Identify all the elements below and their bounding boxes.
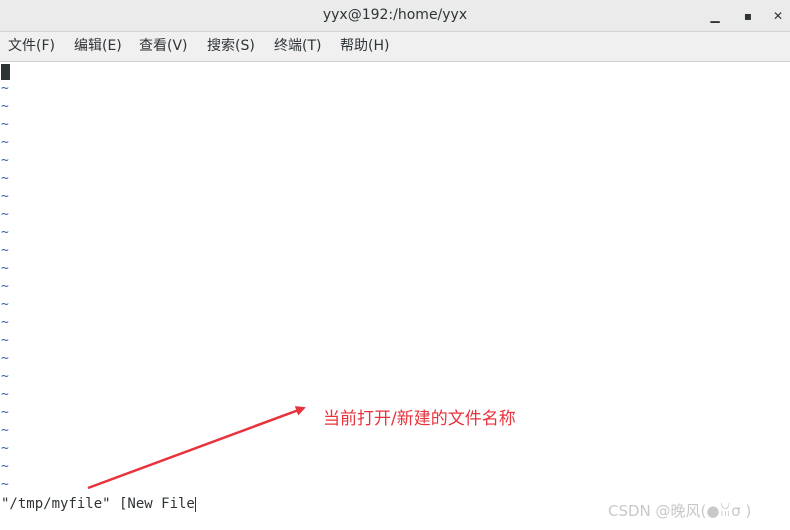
tilde-line: ~ — [1, 243, 9, 258]
menu-terminal[interactable]: 终端(T) — [274, 32, 321, 61]
menu-help[interactable]: 帮助(H) — [340, 32, 389, 61]
tilde-line: ~ — [1, 207, 9, 222]
menu-view[interactable]: 查看(V) — [139, 32, 188, 61]
tilde-line: ~ — [1, 297, 9, 312]
tilde-line: ~ — [1, 153, 9, 168]
minimize-button[interactable]: ▁ — [705, 6, 725, 26]
tilde-line: ~ — [1, 81, 9, 96]
terminal-area[interactable]: ~ ~ ~ ~ ~ ~ ~ ~ ~ ~ ~ ~ ~ ~ ~ ~ ~ ~ ~ ~ ~ ~ ~ "/tmp/myfile" [N… — [0, 62, 790, 530]
tilde-line: ~ — [1, 477, 9, 492]
status-cursor — [194, 496, 196, 512]
text-cursor — [1, 64, 10, 80]
tilde-line: ~ — [1, 333, 9, 348]
tilde-line: ~ — [1, 99, 9, 114]
tilde-line: ~ — [1, 369, 9, 384]
tilde-line: ~ — [1, 225, 9, 240]
terminal-window: yyx@192:/home/yyx ▁ ▪ ✕ 文件(F) 编辑(E) 查看(V… — [0, 0, 790, 530]
tilde-line: ~ — [1, 279, 9, 294]
empty-line-markers: ~ ~ ~ ~ ~ ~ ~ ~ ~ ~ ~ ~ ~ ~ ~ ~ ~ ~ ~ ~ ~ ~ ~ — [1, 80, 9, 494]
tilde-line: ~ — [1, 351, 9, 366]
tilde-line: ~ — [1, 189, 9, 204]
vim-status-line: "/tmp/myfile" [New File — [1, 495, 196, 513]
close-button[interactable]: ✕ — [768, 6, 788, 26]
menu-edit[interactable]: 编辑(E) — [74, 32, 122, 61]
window-title: yyx@192:/home/yyx — [322, 7, 468, 23]
tilde-line: ~ — [1, 135, 9, 150]
watermark: CSDN @晚风(●ꈍσ ) — [608, 502, 752, 520]
tilde-line: ~ — [1, 459, 9, 474]
tilde-line: ~ — [1, 171, 9, 186]
tilde-line: ~ — [1, 387, 9, 402]
tilde-line: ~ — [1, 423, 9, 438]
title-bar[interactable]: yyx@192:/home/yyx ▁ ▪ ✕ — [0, 0, 790, 32]
menu-file[interactable]: 文件(F) — [8, 32, 55, 61]
status-text: "/tmp/myfile" [New File — [1, 496, 195, 512]
tilde-line: ~ — [1, 405, 9, 420]
annotation-label: 当前打开/新建的文件名称 — [323, 409, 516, 429]
maximize-button[interactable]: ▪ — [738, 6, 758, 26]
tilde-line: ~ — [1, 315, 9, 330]
tilde-line: ~ — [1, 117, 9, 132]
menu-search[interactable]: 搜索(S) — [207, 32, 255, 61]
menu-bar: 文件(F) 编辑(E) 查看(V) 搜索(S) 终端(T) 帮助(H) — [0, 32, 790, 62]
tilde-line: ~ — [1, 261, 9, 276]
tilde-line: ~ — [1, 441, 9, 456]
